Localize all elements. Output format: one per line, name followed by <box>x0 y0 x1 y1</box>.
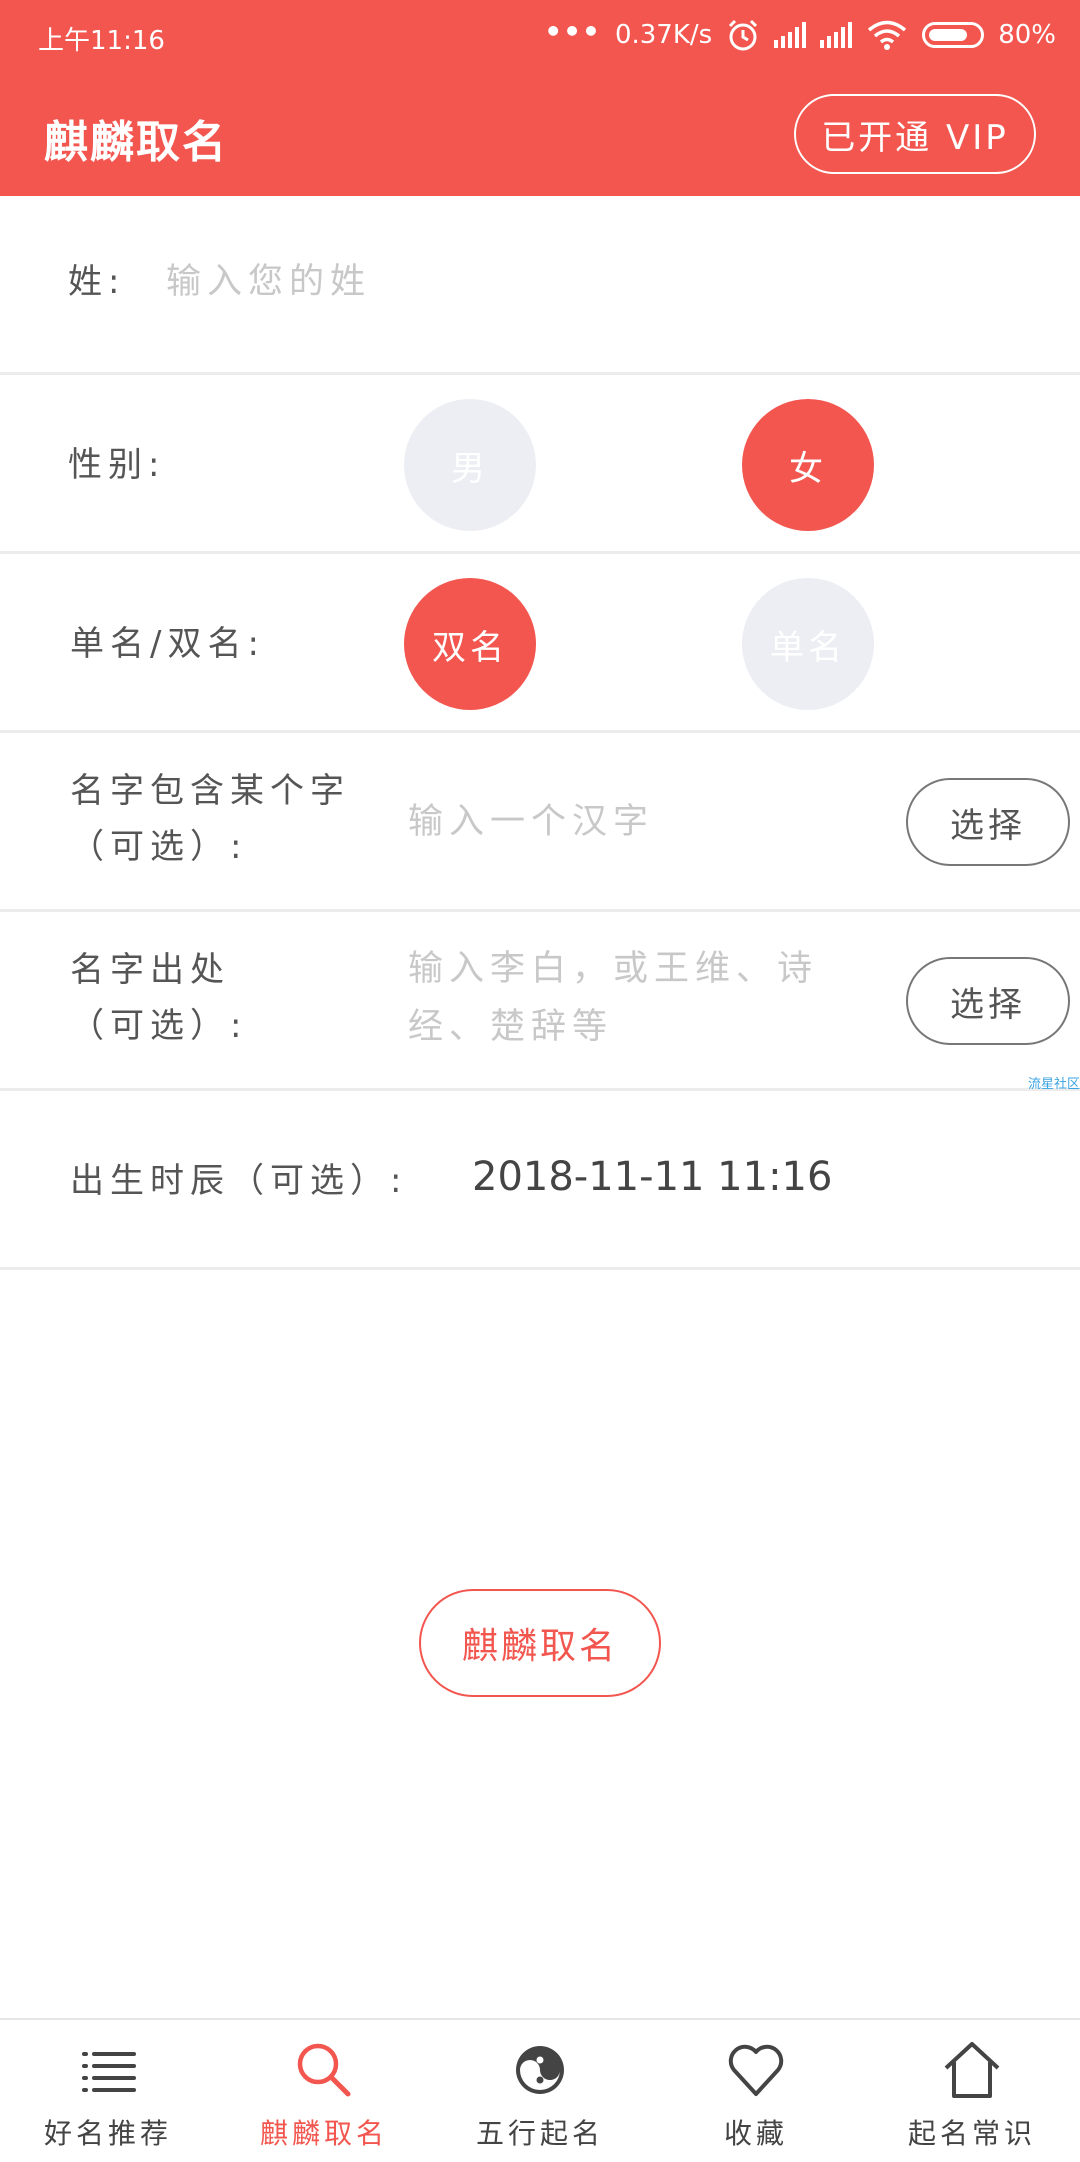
app-bar: 麒麟取名 已开通 VIP <box>0 76 1080 196</box>
page-title: 麒麟取名 <box>44 117 228 168</box>
tab-naming[interactable]: 麒麟取名 <box>216 2020 432 2162</box>
generate-name-button[interactable]: 麒麟取名 <box>419 1589 661 1697</box>
tab-label: 收藏 <box>723 2117 788 2150</box>
name-length-label: 单名/双名: <box>70 624 265 664</box>
single-name-option[interactable]: 单名 <box>742 578 874 710</box>
name-source-placeholder-line2: 经、楚辞等 <box>408 1007 614 1047</box>
name-length-row: 单名/双名: 双名 单名 <box>0 554 1080 733</box>
status-time: 上午11:16 <box>38 26 165 56</box>
contains-char-label-line2: （可选）: <box>70 827 248 867</box>
tab-label: 五行起名 <box>475 2117 604 2150</box>
list-icon <box>82 2052 136 2092</box>
name-source-select-button[interactable]: 选择 <box>906 957 1070 1045</box>
contains-char-select-button[interactable]: 选择 <box>906 778 1070 866</box>
contains-char-label-line1: 名字包含某个字 <box>70 771 350 811</box>
signal-icon <box>774 22 807 48</box>
gender-male-option[interactable]: 男 <box>404 399 536 531</box>
wifi-icon <box>868 20 907 50</box>
status-bar: 上午11:16 ••• 0.37K/s 80% <box>0 0 1080 76</box>
battery-percent: 80% <box>998 20 1056 50</box>
tab-knowledge[interactable]: 起名常识 <box>864 2020 1080 2162</box>
gender-female-option[interactable]: 女 <box>742 399 874 531</box>
yin-yang-icon <box>516 2046 564 2094</box>
status-right: ••• 0.37K/s 80% <box>544 14 1056 52</box>
home-icon <box>944 2042 1000 2098</box>
double-name-option[interactable]: 双名 <box>404 578 536 710</box>
tab-label: 麒麟取名 <box>259 2117 388 2150</box>
surname-row: 姓: 输入您的姓 <box>0 196 1080 375</box>
tab-label: 起名常识 <box>907 2117 1036 2150</box>
alarm-icon <box>729 19 758 51</box>
net-speed: 0.37K/s <box>614 20 713 50</box>
search-icon <box>297 2043 351 2097</box>
bottom-tab-bar: 好名推荐 麒麟取名 五行起名 收藏 起名常识 <box>0 2018 1080 2162</box>
tab-label: 好名推荐 <box>43 2117 172 2150</box>
battery-icon <box>922 22 985 48</box>
surname-input[interactable]: 输入您的姓 <box>166 253 866 311</box>
name-source-label-line2: （可选）: <box>70 1006 248 1046</box>
contains-char-row: 名字包含某个字 （可选）: 输入一个汉字 选择 <box>0 733 1080 912</box>
more-dots-icon: ••• <box>544 14 601 48</box>
watermark: 流星社区 <box>1027 1077 1080 1092</box>
birth-time-label: 出生时辰（可选）: <box>70 1161 408 1201</box>
gender-label: 性别: <box>68 445 166 485</box>
heart-icon <box>728 2044 784 2096</box>
surname-label: 姓: <box>68 262 126 302</box>
vip-button[interactable]: 已开通 VIP <box>794 94 1036 174</box>
name-source-label-line1: 名字出处 <box>70 950 230 990</box>
tab-recommend[interactable]: 好名推荐 <box>0 2020 216 2162</box>
contains-char-input[interactable]: 输入一个汉字 <box>408 793 654 851</box>
tab-favorites[interactable]: 收藏 <box>648 2020 864 2162</box>
name-source-label: 名字出处 （可选）: <box>70 942 247 1054</box>
tab-five-elements[interactable]: 五行起名 <box>432 2020 648 2162</box>
gender-row: 性别: 男 女 <box>0 375 1080 554</box>
birth-time-value[interactable]: 2018-11-11 11:16 <box>472 1154 832 1200</box>
signal-icon <box>820 22 853 48</box>
name-source-input[interactable]: 输入李白，或王维、诗 经、楚辞等 <box>408 940 818 1056</box>
contains-char-label: 名字包含某个字 （可选）: <box>70 763 350 875</box>
name-source-placeholder-line1: 输入李白，或王维、诗 <box>408 949 819 989</box>
name-source-row: 名字出处 （可选）: 输入李白，或王维、诗 经、楚辞等 选择 <box>0 912 1080 1091</box>
